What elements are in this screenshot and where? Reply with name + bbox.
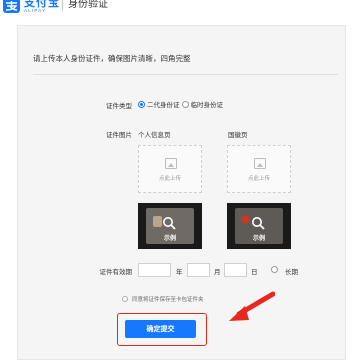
sample-label: 示例 — [163, 236, 176, 242]
section-divider — [33, 74, 338, 75]
header-divider — [62, 0, 63, 11]
upload-text: 点此上传 — [247, 176, 270, 182]
red-arrow-icon — [229, 291, 275, 321]
submit-button[interactable]: 确定提交 — [125, 320, 196, 338]
longterm-radio[interactable] — [271, 266, 278, 273]
radio-temp-id[interactable]: 临时身份证 — [181, 99, 224, 109]
day-input[interactable] — [224, 263, 247, 277]
national-emblem-icon — [241, 215, 250, 224]
radio-unchecked-icon[interactable] — [181, 100, 189, 108]
header: 支付宝 ALIPAY 身份验证 — [0, 0, 363, 18]
sample-back-image[interactable]: 示例 — [227, 203, 291, 249]
month-unit: 月 — [214, 269, 221, 276]
month-input[interactable] — [187, 263, 210, 277]
front-side-label: 个人信息页 — [138, 132, 171, 139]
back-side-label: 国徽页 — [228, 132, 248, 139]
id-card-back-sample: 示例 — [235, 208, 283, 244]
sample-front-image[interactable]: 示例 — [138, 203, 202, 249]
magnifier-icon — [163, 217, 176, 230]
agree-checkbox[interactable] — [122, 296, 128, 302]
id-type-radio-group: 二代身份证 临时身份证 — [138, 99, 225, 109]
magnifier-icon — [252, 217, 265, 230]
upload-back-button[interactable]: 点此上传 — [227, 145, 291, 193]
radio-label: 临时身份证 — [190, 102, 224, 109]
upload-front-button[interactable]: 点此上传 — [138, 145, 202, 193]
radio-second-gen-id[interactable]: 二代身份证 — [138, 99, 180, 109]
day-unit: 日 — [251, 269, 258, 276]
upload-text: 点此上传 — [158, 176, 181, 182]
instruction-text: 请上传本人身份证件，确保图片清晰，四角完整 — [33, 54, 191, 63]
image-placeholder-icon — [254, 158, 266, 169]
image-placeholder-icon — [165, 158, 177, 169]
alipay-logo-icon — [3, 0, 20, 13]
page-title: 身份验证 — [68, 0, 108, 10]
validity-label: 证件有效期 — [99, 269, 133, 276]
logo-subtext: ALIPAY — [24, 8, 47, 13]
longterm-label: 长期 — [285, 269, 298, 276]
portrait-photo — [153, 216, 162, 227]
radio-label: 二代身份证 — [147, 102, 180, 109]
year-input[interactable] — [138, 263, 171, 277]
radio-checked-icon[interactable] — [138, 100, 145, 108]
agree-text: 同意将证件保存至卡包证件夹 — [132, 297, 204, 303]
year-unit: 年 — [176, 269, 183, 276]
agree-checkbox-row[interactable]: 同意将证件保存至卡包证件夹 — [122, 295, 204, 303]
id-image-label: 证件图片 — [106, 132, 132, 139]
id-card-front-sample: 示例 — [146, 208, 194, 244]
id-type-label: 证件类型 — [106, 103, 132, 110]
sample-label: 示例 — [252, 236, 265, 242]
